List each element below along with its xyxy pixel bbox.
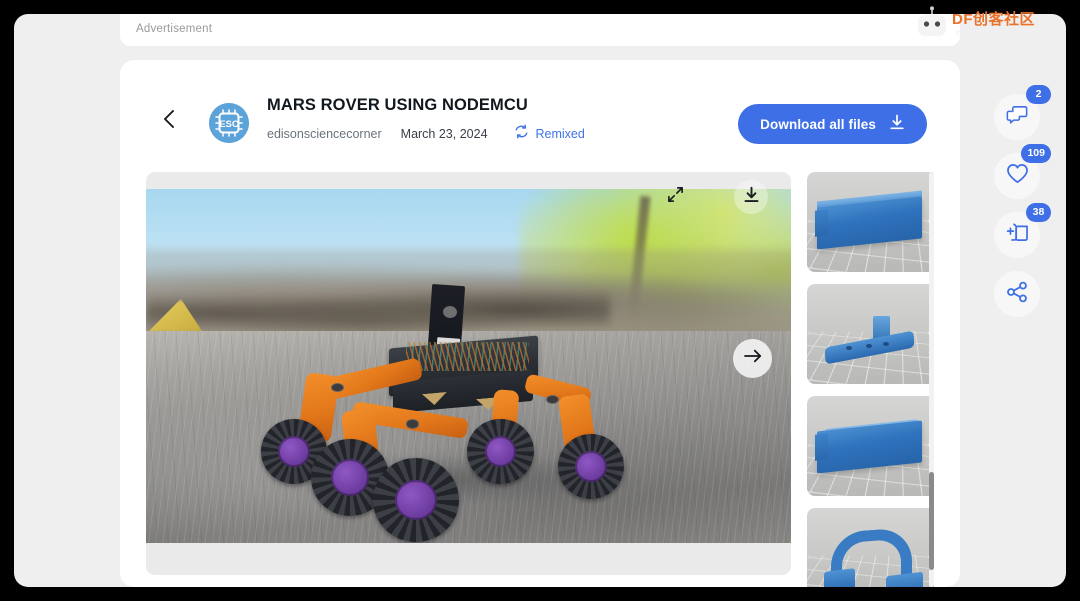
thumbnail-2[interactable] (807, 284, 934, 384)
rover-wheel-5 (558, 433, 625, 499)
part-hole-2 (865, 344, 872, 348)
collect-button[interactable]: 38 (994, 203, 1051, 258)
comment-bubbles-icon (1006, 105, 1028, 130)
project-header: ESC MARS ROVER USING NODEMCU edisonscien… (120, 60, 960, 156)
rover-wheel-3 (372, 457, 460, 543)
part-notch (814, 433, 828, 461)
photo-rover (236, 283, 649, 543)
rover-wiring (405, 342, 530, 372)
back-button[interactable] (156, 106, 182, 132)
part-foot-left (824, 568, 856, 587)
thumbnail-strip[interactable] (807, 172, 934, 587)
thumbnail-list (807, 172, 934, 587)
chip-icon: ESC (209, 103, 249, 143)
thumbnail-1[interactable] (807, 172, 934, 272)
arrow-right-icon (743, 347, 763, 370)
avatar[interactable]: ESC (209, 103, 249, 143)
download-all-files-button[interactable]: Download all files (738, 104, 927, 144)
title-block: MARS ROVER USING NODEMCU edisonscienceco… (267, 95, 585, 144)
advertisement-banner: Advertisement (120, 14, 960, 46)
download-all-label: Download all files (760, 116, 876, 132)
media-gallery (146, 172, 934, 587)
heart-icon (1006, 163, 1029, 189)
download-image-button[interactable] (734, 180, 768, 214)
svg-text:ESC: ESC (219, 119, 239, 130)
like-button[interactable]: 109 (994, 144, 1051, 199)
screen-root: Advertisement ESC MARS ROVER USING NODEM… (0, 0, 1080, 601)
next-image-button[interactable] (733, 339, 772, 378)
part-hole-3 (882, 342, 889, 346)
expand-image-button[interactable] (658, 180, 692, 214)
rover-pivot-3 (545, 395, 560, 405)
page-container: Advertisement ESC MARS ROVER USING NODEM… (14, 14, 1066, 587)
part-notch (814, 209, 828, 237)
download-icon (889, 114, 905, 134)
remixed-link[interactable]: Remixed (514, 124, 585, 144)
remixed-label: Remixed (535, 127, 585, 141)
advertisement-label: Advertisement (136, 23, 213, 35)
comments-button[interactable]: 2 (994, 85, 1051, 140)
like-count-badge: 109 (1021, 144, 1051, 163)
share-button[interactable] (994, 271, 1040, 317)
thumbnail-scrollbar-track[interactable] (929, 172, 934, 587)
collect-count-badge: 38 (1026, 203, 1051, 222)
thumbnail-scrollbar-thumb[interactable] (929, 472, 934, 570)
project-card: ESC MARS ROVER USING NODEMCU edisonscien… (120, 60, 960, 587)
chevron-left-icon (161, 108, 177, 130)
comments-count-badge: 2 (1026, 85, 1051, 104)
publish-date: March 23, 2024 (400, 127, 488, 141)
author-name[interactable]: edisonsciencecorner (267, 127, 382, 141)
photo-scene (146, 189, 791, 543)
rover-pivot-2 (405, 419, 419, 429)
project-meta: edisonsciencecorner March 23, 2024 Remix… (267, 124, 585, 144)
project-photo (146, 189, 791, 543)
thumbnail-3[interactable] (807, 396, 934, 496)
rover-wheel-4 (467, 419, 534, 485)
main-image-viewer[interactable] (146, 172, 791, 575)
action-rail: 2 109 38 (986, 85, 1051, 330)
download-icon (743, 186, 760, 209)
thumbnail-4[interactable] (807, 508, 934, 587)
share-nodes-icon (1006, 281, 1028, 308)
add-to-collection-icon (1006, 222, 1029, 248)
remix-refresh-icon (514, 124, 529, 144)
page-title: MARS ROVER USING NODEMCU (267, 96, 528, 114)
expand-arrows-icon (667, 186, 684, 208)
